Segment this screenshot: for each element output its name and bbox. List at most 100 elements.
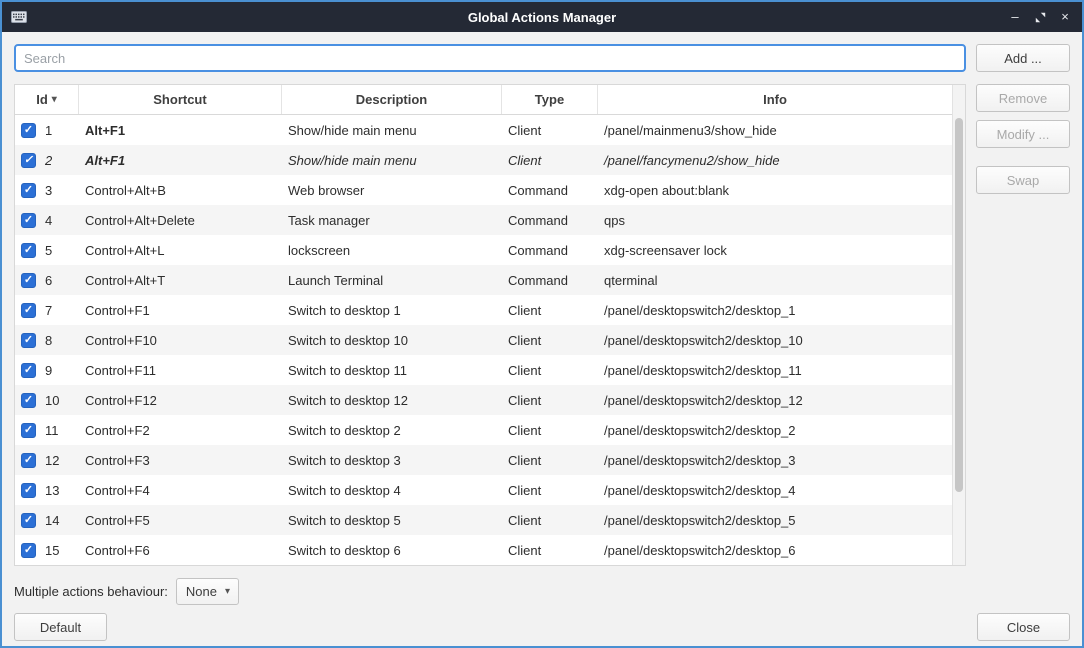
row-id-cell: ✓ 11 xyxy=(15,415,79,445)
table-row[interactable]: ✓1Alt+F1Show/hide main menuClient/panel/… xyxy=(15,115,952,145)
row-type: Client xyxy=(502,475,598,505)
table-row[interactable]: ✓14Control+F5Switch to desktop 5Client/p… xyxy=(15,505,952,535)
row-checkbox-checked[interactable]: ✓ xyxy=(21,303,36,318)
restore-button[interactable] xyxy=(1031,8,1049,26)
table-row[interactable]: ✓2Alt+F1Show/hide main menuClient/panel/… xyxy=(15,145,952,175)
row-description: Switch to desktop 1 xyxy=(282,295,502,325)
column-header-label: Id xyxy=(36,92,48,107)
row-shortcut: Control+Alt+Delete xyxy=(79,205,282,235)
row-id: 4 xyxy=(45,213,52,228)
row-type: Client xyxy=(502,415,598,445)
minimize-button[interactable]: – xyxy=(1006,8,1024,26)
column-header-id[interactable]: Id ▾ xyxy=(15,85,79,114)
row-info: /panel/desktopswitch2/desktop_12 xyxy=(598,385,952,415)
table-main: Id ▾ Shortcut Description Type xyxy=(15,85,952,565)
table-header: Id ▾ Shortcut Description Type xyxy=(15,85,952,115)
row-info: /panel/desktopswitch2/desktop_11 xyxy=(598,355,952,385)
table-row[interactable]: ✓3Control+Alt+BWeb browserCommandxdg-ope… xyxy=(15,175,952,205)
table-row[interactable]: ✓12Control+F3Switch to desktop 3Client/p… xyxy=(15,445,952,475)
row-checkbox-checked[interactable]: ✓ xyxy=(21,513,36,528)
row-id: 10 xyxy=(45,393,59,408)
row-type: Client xyxy=(502,325,598,355)
row-checkbox-checked[interactable]: ✓ xyxy=(21,153,36,168)
titlebar: Global Actions Manager – × xyxy=(2,2,1082,32)
bottom-buttons-row: Default Close xyxy=(14,613,1070,641)
add-button[interactable]: Add ... xyxy=(976,44,1070,72)
search-input[interactable] xyxy=(14,44,966,72)
table-row[interactable]: ✓4Control+Alt+DeleteTask managerCommandq… xyxy=(15,205,952,235)
column-header-label: Type xyxy=(535,92,564,107)
row-info: /panel/desktopswitch2/desktop_1 xyxy=(598,295,952,325)
row-type: Client xyxy=(502,445,598,475)
row-info: xdg-screensaver lock xyxy=(598,235,952,265)
row-id-cell: ✓2 xyxy=(15,145,79,175)
row-checkbox-checked[interactable]: ✓ xyxy=(21,333,36,348)
table-row[interactable]: ✓6Control+Alt+TLaunch TerminalCommandqte… xyxy=(15,265,952,295)
scrollbar-thumb[interactable] xyxy=(955,118,963,492)
row-shortcut: Control+F11 xyxy=(79,355,282,385)
row-checkbox-checked[interactable]: ✓ xyxy=(21,543,36,558)
row-info: /panel/desktopswitch2/desktop_3 xyxy=(598,445,952,475)
row-description: Switch to desktop 4 xyxy=(282,475,502,505)
remove-button[interactable]: Remove xyxy=(976,84,1070,112)
row-description: Switch to desktop 12 xyxy=(282,385,502,415)
row-id: 8 xyxy=(45,333,52,348)
window-controls: – × xyxy=(1006,2,1074,32)
window-content: Add ... Id ▾ Shortcut Description xyxy=(2,32,1082,648)
row-type: Command xyxy=(502,265,598,295)
check-icon: ✓ xyxy=(24,185,33,196)
row-description: Switch to desktop 6 xyxy=(282,535,502,565)
table-row[interactable]: ✓8Control+F10Switch to desktop 10Client/… xyxy=(15,325,952,355)
table-row[interactable]: ✓13Control+F4Switch to desktop 4Client/p… xyxy=(15,475,952,505)
row-info: /panel/desktopswitch2/desktop_10 xyxy=(598,325,952,355)
check-icon: ✓ xyxy=(24,395,33,406)
row-checkbox-checked[interactable]: ✓ xyxy=(21,123,36,138)
vertical-scrollbar[interactable] xyxy=(952,85,965,565)
table-row[interactable]: ✓5Control+Alt+LlockscreenCommandxdg-scre… xyxy=(15,235,952,265)
swap-button[interactable]: Swap xyxy=(976,166,1070,194)
row-id: 14 xyxy=(45,513,59,528)
column-header-description[interactable]: Description xyxy=(282,85,502,114)
row-id-cell: ✓5 xyxy=(15,235,79,265)
row-id: 13 xyxy=(45,483,59,498)
close-button[interactable]: × xyxy=(1056,8,1074,26)
multiple-actions-dropdown[interactable]: None ▾ xyxy=(176,578,239,605)
table-row[interactable]: ✓15Control+F6Switch to desktop 6Client/p… xyxy=(15,535,952,565)
row-shortcut: Control+F6 xyxy=(79,535,282,565)
column-header-info[interactable]: Info xyxy=(598,85,952,114)
table-row[interactable]: ✓11Control+F2Switch to desktop 2Client/p… xyxy=(15,415,952,445)
column-header-shortcut[interactable]: Shortcut xyxy=(79,85,282,114)
row-checkbox-checked[interactable]: ✓ xyxy=(21,213,36,228)
close-dialog-button[interactable]: Close xyxy=(977,613,1070,641)
row-description: lockscreen xyxy=(282,235,502,265)
row-description: Switch to desktop 3 xyxy=(282,445,502,475)
row-checkbox-checked[interactable]: ✓ xyxy=(21,243,36,258)
row-info: /panel/desktopswitch2/desktop_6 xyxy=(598,535,952,565)
row-id-cell: ✓ 10 xyxy=(15,385,79,415)
row-info: /panel/mainmenu3/show_hide xyxy=(598,115,952,145)
row-description: Web browser xyxy=(282,175,502,205)
row-id: 7 xyxy=(45,303,52,318)
row-checkbox-checked[interactable]: ✓ xyxy=(21,453,36,468)
row-shortcut: Control+Alt+B xyxy=(79,175,282,205)
column-header-type[interactable]: Type xyxy=(502,85,598,114)
row-checkbox-checked[interactable]: ✓ xyxy=(21,393,36,408)
row-type: Client xyxy=(502,145,598,175)
row-checkbox-checked[interactable]: ✓ xyxy=(21,423,36,438)
row-description: Show/hide main menu xyxy=(282,115,502,145)
table-row[interactable]: ✓9Control+F11Switch to desktop 11Client/… xyxy=(15,355,952,385)
row-id: 3 xyxy=(45,183,52,198)
table-row[interactable]: ✓10Control+F12Switch to desktop 12Client… xyxy=(15,385,952,415)
check-icon: ✓ xyxy=(24,455,33,466)
table-row[interactable]: ✓7Control+F1Switch to desktop 1Client/pa… xyxy=(15,295,952,325)
row-id: 11 xyxy=(45,423,59,438)
row-checkbox-checked[interactable]: ✓ xyxy=(21,483,36,498)
row-id: 5 xyxy=(45,243,52,258)
row-checkbox-checked[interactable]: ✓ xyxy=(21,183,36,198)
row-checkbox-checked[interactable]: ✓ xyxy=(21,363,36,378)
modify-button[interactable]: Modify ... xyxy=(976,120,1070,148)
row-description: Launch Terminal xyxy=(282,265,502,295)
row-checkbox-checked[interactable]: ✓ xyxy=(21,273,36,288)
global-actions-manager-window: Global Actions Manager – × Add ... Id xyxy=(0,0,1084,648)
default-button[interactable]: Default xyxy=(14,613,107,641)
